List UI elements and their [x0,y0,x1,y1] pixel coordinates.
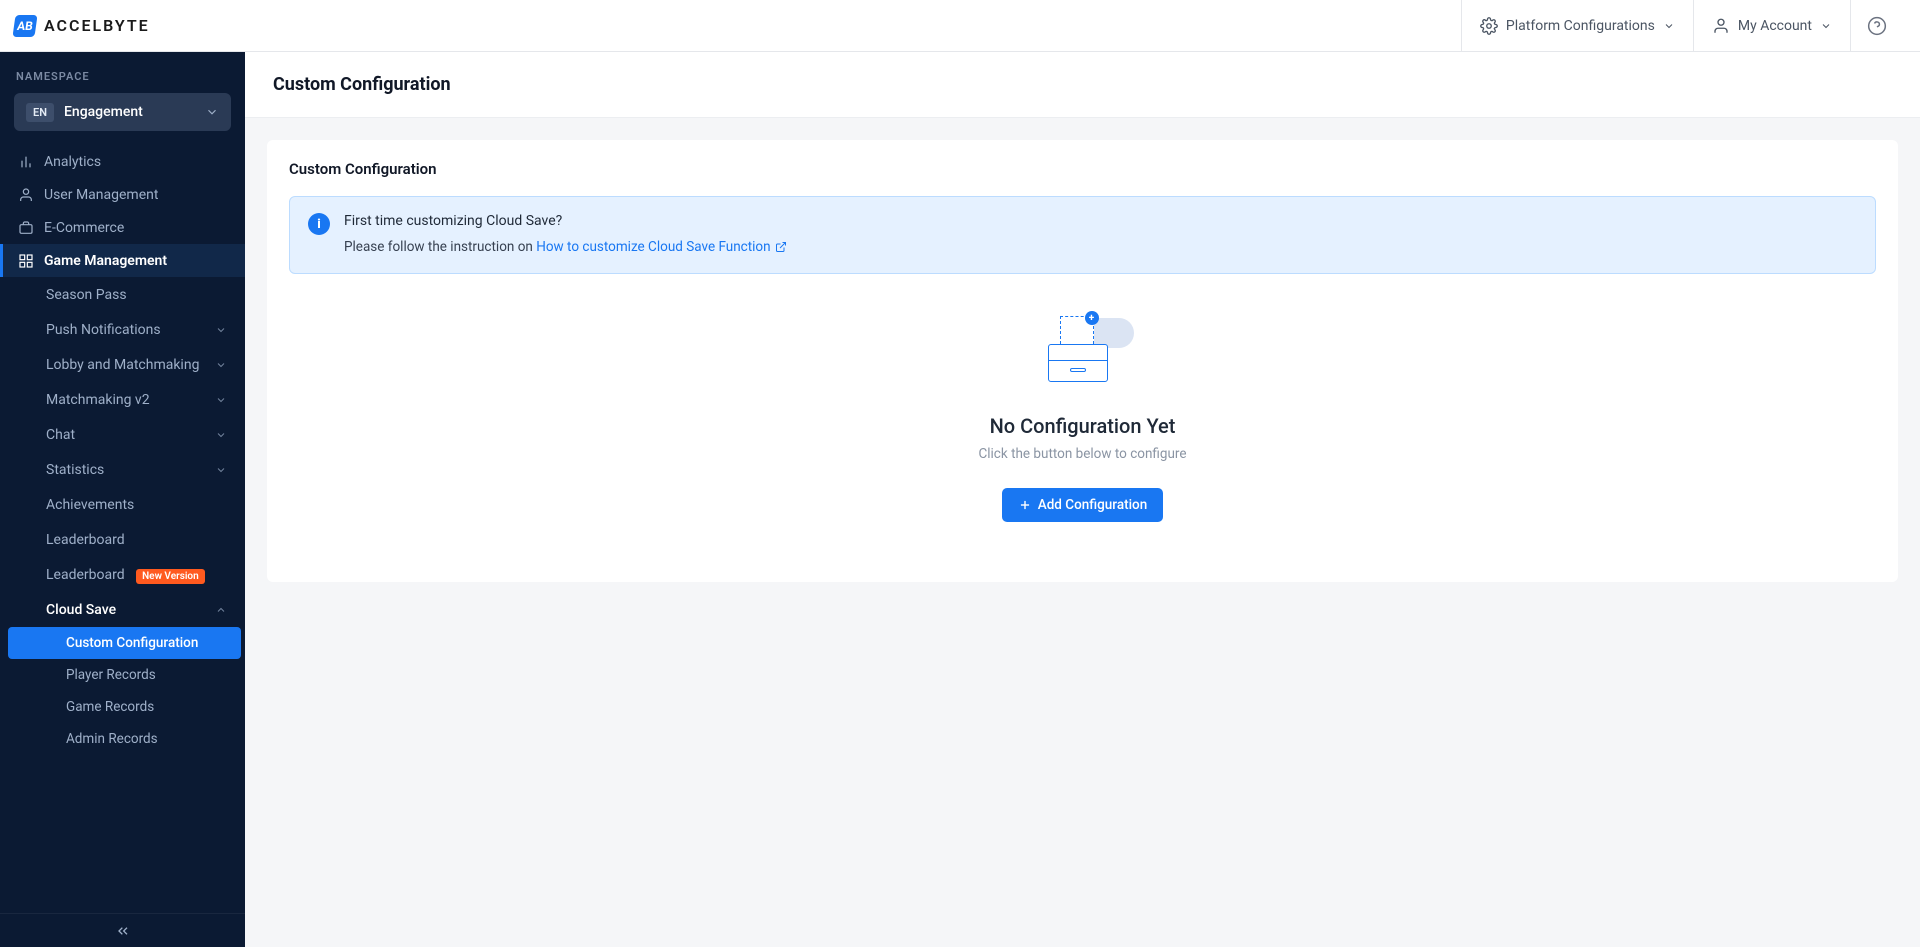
user-icon [1712,17,1730,35]
chevron-down-icon [215,359,227,371]
sub-item-matchmaking-v2[interactable]: Matchmaking v2 [0,382,245,417]
sub-item-label: Cloud Save [46,602,116,618]
info-prefix: Please follow the instruction on [344,239,533,255]
chevron-down-icon [1820,20,1832,32]
sub2-item-label: Admin Records [66,731,158,747]
brand-name: ACCELBYTE [44,16,150,35]
external-link-icon [775,241,787,253]
sidebar-item-game-management[interactable]: Game Management [0,244,245,277]
sub2-item-label: Player Records [66,667,156,683]
sub-item-label: Chat [46,427,75,443]
chevron-down-icon [215,324,227,336]
sub-item-label: Achievements [46,497,134,513]
customize-cloud-save-link[interactable]: How to customize Cloud Save Function [536,239,786,255]
namespace-selector[interactable]: EN Engagement [14,93,231,131]
namespace-label: NAMESPACE [0,52,245,93]
user-icon [18,187,34,203]
sub2-item-custom-configuration[interactable]: Custom Configuration [8,627,241,659]
main-content: Custom Configuration Custom Configuratio… [245,52,1920,947]
plus-icon [1018,498,1032,512]
sidebar-item-label: Game Management [44,253,167,269]
sidebar-item-analytics[interactable]: Analytics [0,145,245,178]
gear-icon [1480,17,1498,35]
panel-custom-configuration: Custom Configuration i First time custom… [267,140,1898,582]
sub-item-lobby-matchmaking[interactable]: Lobby and Matchmaking [0,347,245,382]
grid-icon [18,253,34,269]
sub-item-statistics[interactable]: Statistics [0,452,245,487]
empty-subtitle: Click the button below to configure [978,446,1186,462]
sub-item-label: Statistics [46,462,104,478]
sub-item-label: Lobby and Matchmaking [46,357,199,373]
chevron-up-icon [215,604,227,616]
bar-chart-icon [18,154,34,170]
help-button[interactable] [1850,0,1902,51]
sub-item-achievements[interactable]: Achievements [0,487,245,522]
sub-item-season-pass[interactable]: Season Pass [0,277,245,312]
topbar: AB ACCELBYTE Platform Configurations My … [0,0,1920,52]
empty-state: + No Configuration Yet Click the button … [289,274,1876,522]
page-header: Custom Configuration [245,52,1920,118]
sub-item-label: Matchmaking v2 [46,392,150,408]
info-heading: First time customizing Cloud Save? [344,213,787,229]
chevron-down-icon [1663,20,1675,32]
sub-item-label: Push Notifications [46,322,161,338]
info-icon: i [308,213,330,235]
brand-logo-icon: AB [12,15,37,37]
platform-configurations-label: Platform Configurations [1506,18,1655,34]
empty-title: No Configuration Yet [990,414,1176,438]
page-title: Custom Configuration [273,74,1892,95]
sub-item-chat[interactable]: Chat [0,417,245,452]
double-chevron-left-icon [115,923,131,939]
panel-title: Custom Configuration [289,160,1876,178]
sub-item-label: Leaderboard [46,567,125,583]
sub-item-label: Season Pass [46,287,127,303]
game-management-submenu: Season Pass Push Notifications Lobby and… [0,277,245,755]
button-label: Add Configuration [1038,497,1147,513]
platform-configurations-menu[interactable]: Platform Configurations [1461,0,1693,51]
sidebar-item-user-management[interactable]: User Management [0,178,245,211]
sub-item-label: Leaderboard [46,532,125,548]
sub-item-leaderboard-new[interactable]: Leaderboard New Version [0,557,245,592]
chevron-down-icon [215,464,227,476]
sub2-item-game-records[interactable]: Game Records [0,691,245,723]
sidebar-item-label: E-Commerce [44,220,124,236]
brand[interactable]: AB ACCELBYTE [14,15,150,37]
add-configuration-button[interactable]: Add Configuration [1002,488,1163,522]
chevron-down-icon [205,105,219,119]
help-icon [1867,16,1887,36]
sidebar-collapse-button[interactable] [0,913,245,947]
chevron-down-icon [215,429,227,441]
store-icon [18,220,34,236]
sidebar: NAMESPACE EN Engagement Analytics User M… [0,52,245,947]
info-banner: i First time customizing Cloud Save? Ple… [289,196,1876,274]
chevron-down-icon [215,394,227,406]
sidebar-item-label: Analytics [44,154,101,170]
namespace-name: Engagement [64,104,195,120]
link-text: How to customize Cloud Save Function [536,239,770,255]
my-account-menu[interactable]: My Account [1693,0,1850,51]
sub2-item-admin-records[interactable]: Admin Records [0,723,245,755]
namespace-badge: EN [26,103,54,122]
sub-item-cloud-save[interactable]: Cloud Save [0,592,245,627]
sidebar-item-ecommerce[interactable]: E-Commerce [0,211,245,244]
my-account-label: My Account [1738,18,1812,34]
empty-illustration-icon: + [1038,324,1128,394]
new-version-badge: New Version [136,569,205,584]
sub2-item-label: Game Records [66,699,154,715]
sub2-item-player-records[interactable]: Player Records [0,659,245,691]
info-body: Please follow the instruction on How to … [344,239,787,255]
sidebar-item-label: User Management [44,187,158,203]
sub-item-leaderboard[interactable]: Leaderboard [0,522,245,557]
sub2-item-label: Custom Configuration [66,635,198,651]
sub-item-push-notifications[interactable]: Push Notifications [0,312,245,347]
